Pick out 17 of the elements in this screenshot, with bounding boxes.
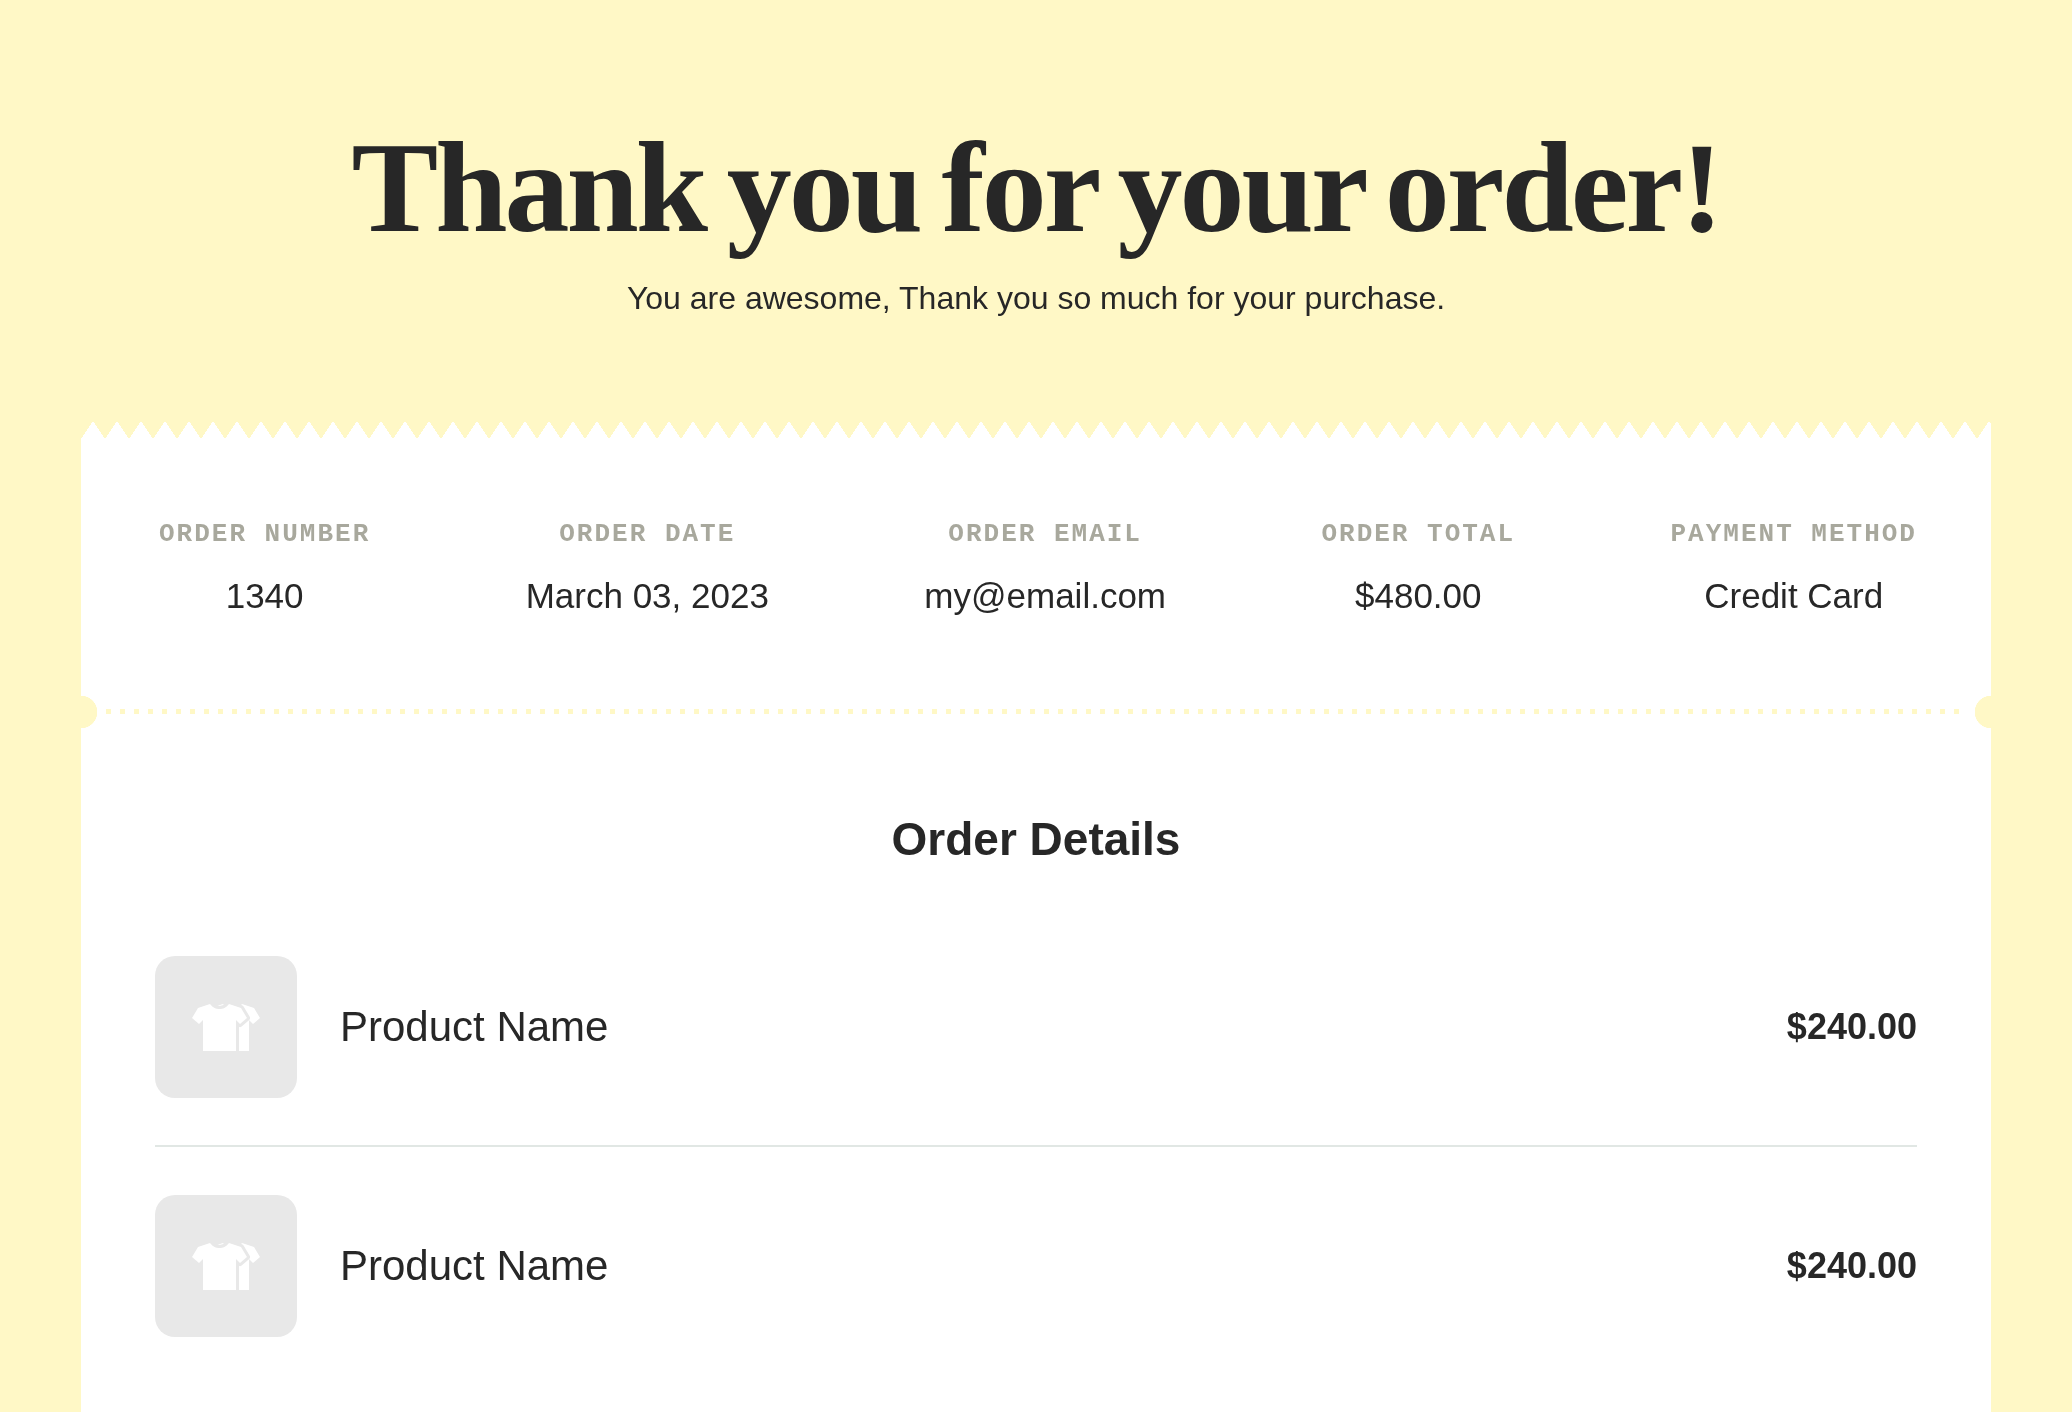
product-price: $240.00 [1786, 1005, 1917, 1049]
product-name: Product Name [340, 1001, 609, 1052]
product-price: $240.00 [1786, 1244, 1917, 1288]
summary-value: Credit Card [1704, 575, 1884, 616]
product-name: Product Name [340, 1240, 609, 1291]
summary-value: 1340 [225, 575, 304, 616]
summary-value: March 03, 2023 [525, 575, 769, 616]
summary-label: ORDER EMAIL [948, 519, 1142, 551]
section-heading: Order Details [890, 812, 1182, 866]
summary-label: ORDER DATE [559, 519, 736, 551]
summary-label: ORDER NUMBER [159, 519, 371, 551]
summary-label: ORDER TOTAL [1321, 519, 1516, 551]
summary-value: $480.00 [1355, 575, 1482, 616]
subtitle-text: You are awesome, Thank you so much for your purchase. [626, 279, 1446, 318]
summary-value: my@email.com [924, 575, 1166, 616]
summary-label: PAYMENT METHOD [1670, 519, 1917, 551]
page-title: Thank you for your order! [350, 114, 1722, 261]
